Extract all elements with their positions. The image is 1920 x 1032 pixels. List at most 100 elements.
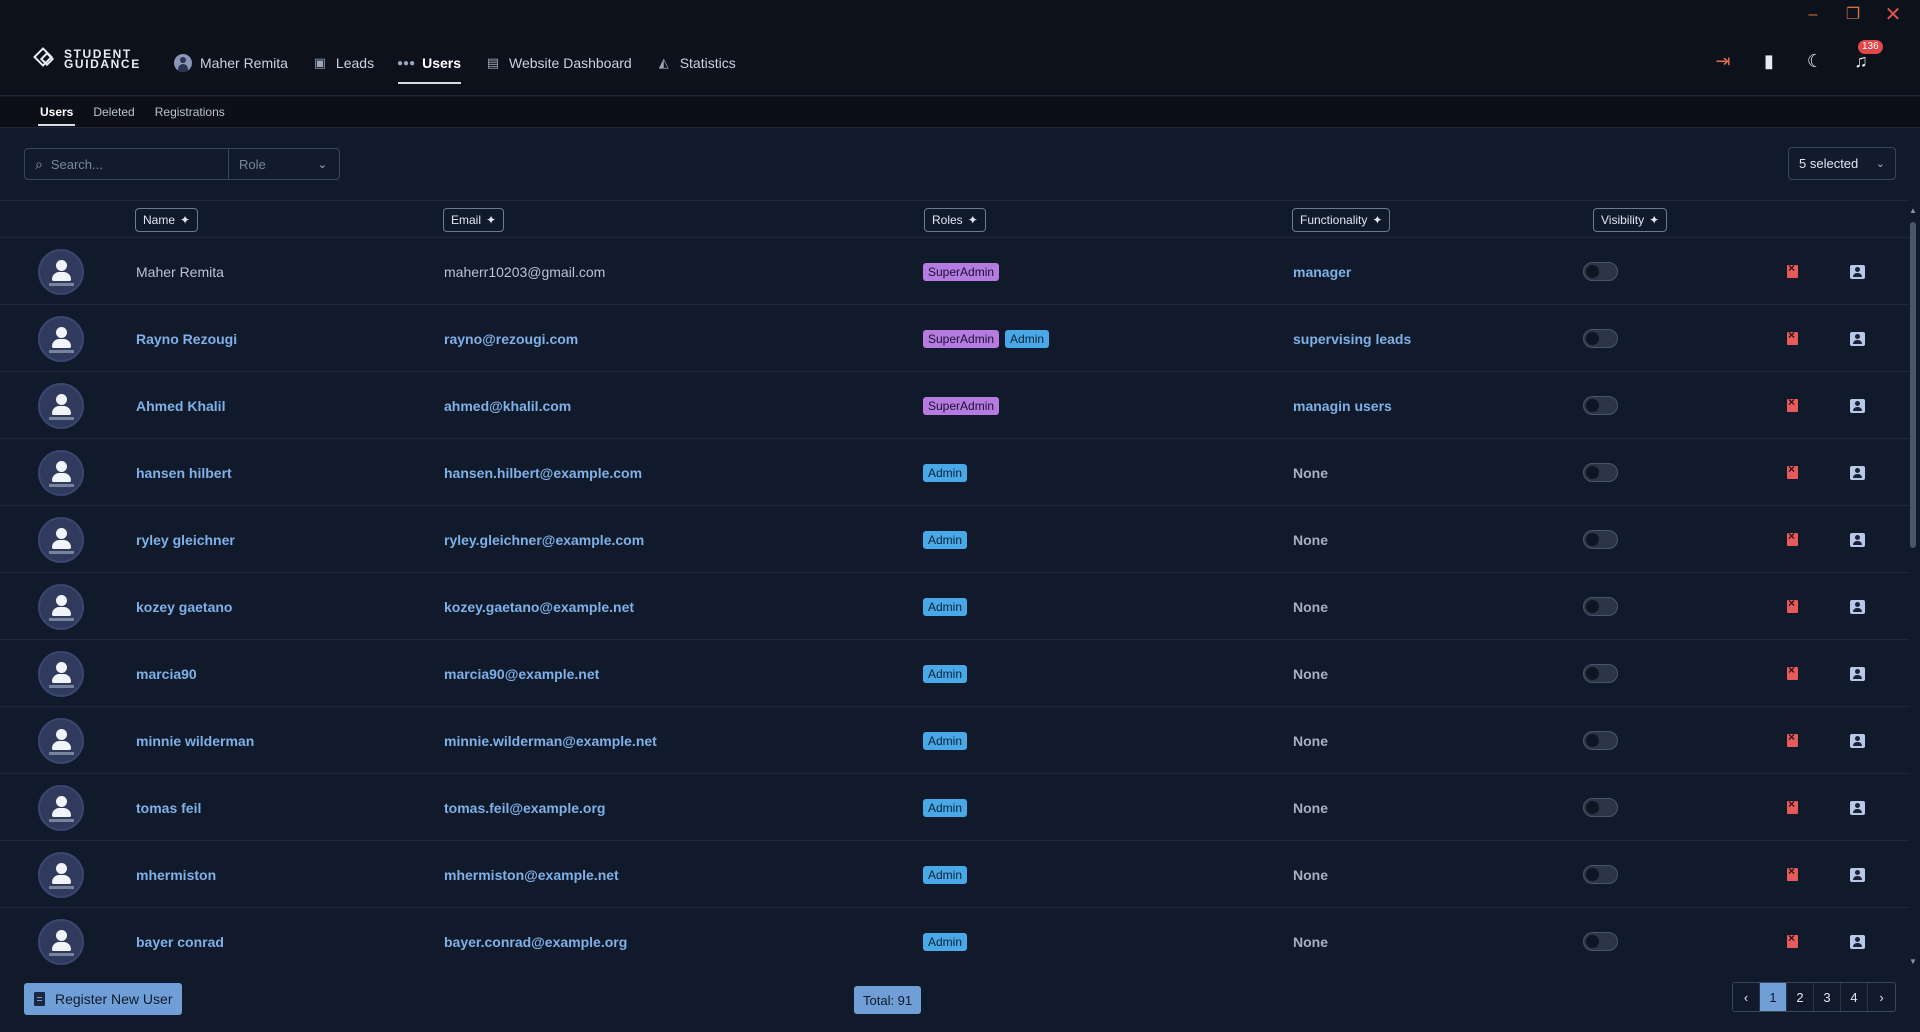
profile-card-icon[interactable] [1850,331,1865,346]
profile-card-icon[interactable] [1850,733,1865,748]
profile-card-icon[interactable] [1850,934,1865,949]
close-button[interactable]: ✕ [1882,4,1904,26]
profile-card-icon[interactable] [1850,264,1865,279]
avatar[interactable] [38,918,84,965]
column-header-functionality[interactable]: Functionality ✦ [1292,208,1391,232]
user-name[interactable]: marcia90 [136,666,197,682]
role-filter-select[interactable]: Role ⌄ [229,149,339,179]
delete-icon[interactable] [1787,328,1798,345]
table-row[interactable]: hansen hilbert hansen.hilbert@example.com… [0,439,1910,506]
delete-icon[interactable] [1787,395,1798,412]
profile-card-icon[interactable] [1850,867,1865,882]
avatar[interactable] [38,784,84,831]
delete-icon[interactable] [1787,864,1798,881]
table-row[interactable]: kozey gaetano kozey.gaetano@example.net Ad… [0,573,1910,640]
table-row[interactable]: marcia90 marcia90@example.net Admin None [0,640,1910,707]
scroll-thumb[interactable] [1910,222,1916,548]
visibility-toggle[interactable] [1583,530,1618,549]
visibility-toggle[interactable] [1583,463,1618,482]
table-row[interactable]: bayer conrad bayer.conrad@example.org Admi… [0,908,1910,966]
nav-leads[interactable]: ▣ Leads [312,48,374,78]
table-row[interactable]: Ahmed Khalil ahmed@khalil.com SuperAdmin ma… [0,372,1910,439]
prev-page-button[interactable]: ‹ [1733,983,1760,1011]
nav-users[interactable]: ●●● Users [397,48,461,84]
table-scrollbar[interactable]: ▲ ▼ [1908,200,1918,966]
profile-card-icon[interactable] [1850,532,1865,547]
visibility-toggle[interactable] [1583,731,1618,750]
avatar[interactable] [38,650,84,697]
minimize-button[interactable]: – [1802,4,1824,26]
notification-bell-icon[interactable]: ♫ 136 [1850,40,1883,72]
table-row[interactable]: minnie wilderman minnie.wilderman@example… [0,707,1910,774]
dark-mode-icon[interactable]: ☾ [1804,50,1826,72]
visibility-toggle[interactable] [1583,798,1618,817]
visibility-toggle[interactable] [1583,262,1618,281]
register-new-user-button[interactable]: Register New User [24,983,183,1015]
restore-button[interactable]: ❐ [1842,4,1864,26]
profile-card-icon[interactable] [1850,599,1865,614]
profile-card-icon[interactable] [1850,666,1865,681]
nav-user-profile[interactable]: Maher Remita [174,48,288,78]
visibility-toggle[interactable] [1583,396,1618,415]
visibility-toggle[interactable] [1583,597,1618,616]
column-header-email[interactable]: Email ✦ [443,208,505,232]
avatar[interactable] [38,382,84,429]
brand-logo[interactable]: STUDENT GUIDANCE [32,46,141,72]
user-name[interactable]: Maher Remita [136,264,224,280]
visibility-toggle[interactable] [1583,329,1618,348]
columns-select[interactable]: 5 selected ⌄ [1788,147,1896,180]
delete-icon[interactable] [1787,261,1798,278]
delete-icon[interactable] [1787,797,1798,814]
page-3-button[interactable]: 3 [1814,983,1841,1011]
user-name[interactable]: Ahmed Khalil [136,398,225,414]
table-row[interactable]: tomas feil tomas.feil@example.org Admin Non… [0,774,1910,841]
page-2-button[interactable]: 2 [1787,983,1814,1011]
avatar[interactable] [38,717,84,764]
page-1-button[interactable]: 1 [1760,983,1787,1011]
avatar[interactable] [38,248,84,295]
table-row[interactable]: mhermiston mhermiston@example.net Admin Non… [0,841,1910,908]
delete-icon[interactable] [1787,596,1798,613]
table-row[interactable]: Rayno Rezougi rayno@rezougi.com SuperAdmin… [0,305,1910,372]
tab-users[interactable]: Users [30,97,83,128]
tab-deleted[interactable]: Deleted [83,97,144,128]
user-name[interactable]: bayer conrad [136,934,224,950]
avatar[interactable] [38,851,84,898]
nav-statistics[interactable]: ◭ Statistics [656,48,736,78]
scroll-up-icon[interactable]: ▲ [1909,206,1917,215]
profile-card-icon[interactable] [1850,465,1865,480]
avatar[interactable] [38,315,84,362]
nav-website-dashboard[interactable]: ▤ Website Dashboard [485,48,632,78]
avatar[interactable] [38,449,84,496]
user-name[interactable]: mhermiston [136,867,216,883]
user-name[interactable]: Rayno Rezougi [136,331,237,347]
column-header-roles[interactable]: Roles ✦ [924,208,986,232]
next-page-button[interactable]: › [1868,983,1895,1011]
avatar[interactable] [38,516,84,563]
delete-icon[interactable] [1787,663,1798,680]
profile-card-icon[interactable] [1850,398,1865,413]
download-icon[interactable]: ▮ [1758,50,1780,72]
logout-icon[interactable]: ⇥ [1712,50,1734,72]
avatar[interactable] [38,583,84,630]
user-name[interactable]: ryley gleichner [136,532,235,548]
visibility-toggle[interactable] [1583,664,1618,683]
column-header-visibility[interactable]: Visibility ✦ [1593,208,1668,232]
user-name[interactable]: tomas feil [136,800,201,816]
table-row[interactable]: ryley gleichner ryley.gleichner@example.c… [0,506,1910,573]
page-4-button[interactable]: 4 [1841,983,1868,1011]
user-name[interactable]: minnie wilderman [136,733,254,749]
delete-icon[interactable] [1787,462,1798,479]
delete-icon[interactable] [1787,529,1798,546]
column-header-name[interactable]: Name ✦ [135,208,199,232]
visibility-toggle[interactable] [1583,865,1618,884]
profile-card-icon[interactable] [1850,800,1865,815]
scroll-down-icon[interactable]: ▼ [1909,957,1917,966]
table-row[interactable]: Maher Remita maherr10203@gmail.com SuperAd… [0,238,1910,305]
visibility-toggle[interactable] [1583,932,1618,951]
delete-icon[interactable] [1787,931,1798,948]
user-name[interactable]: kozey gaetano [136,599,232,615]
user-name[interactable]: hansen hilbert [136,465,232,481]
tab-registrations[interactable]: Registrations [145,97,235,128]
delete-icon[interactable] [1787,730,1798,747]
